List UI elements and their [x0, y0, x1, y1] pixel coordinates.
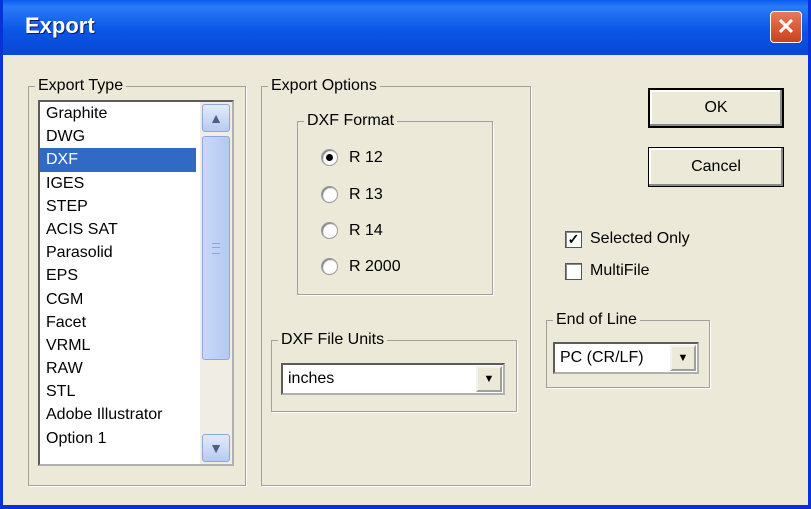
- radio-label: R 2000: [349, 258, 401, 275]
- export-options-label: Export Options: [268, 76, 380, 96]
- radio-label: R 14: [349, 222, 383, 239]
- checkbox-label: Selected Only: [590, 230, 690, 247]
- dropdown-button[interactable]: ▼: [476, 366, 502, 392]
- radio-label: R 13: [349, 186, 383, 203]
- list-item[interactable]: DWG: [40, 125, 196, 148]
- checkbox-checked[interactable]: ✓: [565, 231, 582, 248]
- export-type-label: Export Type: [35, 76, 127, 96]
- radio-button[interactable]: [321, 222, 338, 239]
- ok-button[interactable]: OK: [648, 88, 784, 128]
- list-item[interactable]: Parasolid: [40, 241, 196, 264]
- list-item[interactable]: ACIS SAT: [40, 218, 196, 241]
- chevron-up-icon: ▲: [209, 110, 223, 126]
- list-item[interactable]: Graphite: [40, 102, 196, 125]
- list-item[interactable]: Adobe Illustrator: [40, 403, 196, 426]
- radio-button[interactable]: [321, 258, 338, 275]
- triangle-down-icon: ▼: [677, 352, 689, 364]
- list-scrollbar[interactable]: ▲ ▼: [200, 102, 232, 464]
- list-item-selected[interactable]: DXF: [40, 148, 196, 172]
- end-of-line-select[interactable]: PC (CR/LF) ▼: [553, 342, 699, 374]
- dxf-units-label: DXF File Units: [278, 330, 388, 350]
- list-item[interactable]: Facet: [40, 311, 196, 334]
- dropdown-button[interactable]: ▼: [670, 345, 696, 371]
- checkbox-label: MultiFile: [590, 262, 650, 279]
- scroll-down-button[interactable]: ▼: [202, 434, 230, 462]
- list-item[interactable]: Option 1: [40, 427, 196, 450]
- triangle-down-icon: ▼: [483, 373, 495, 385]
- cancel-button[interactable]: Cancel: [648, 147, 784, 187]
- list-item[interactable]: STEP: [40, 195, 196, 218]
- list-item[interactable]: STL: [40, 380, 196, 403]
- scroll-up-button[interactable]: ▲: [202, 104, 230, 132]
- chevron-down-icon: ▼: [209, 440, 223, 456]
- dxf-units-value: inches: [288, 370, 335, 387]
- scroll-thumb[interactable]: [202, 136, 230, 360]
- list-item[interactable]: RAW: [40, 357, 196, 380]
- dxf-units-select[interactable]: inches ▼: [281, 363, 505, 395]
- dialog-title: Export: [25, 13, 95, 38]
- list-item[interactable]: CGM: [40, 288, 196, 311]
- checkbox-unchecked[interactable]: [565, 263, 582, 280]
- end-of-line-value: PC (CR/LF): [560, 349, 644, 366]
- radio-label: R 12: [349, 149, 383, 166]
- close-icon: ✕: [776, 14, 796, 39]
- title-bar[interactable]: Export ✕: [3, 0, 808, 55]
- export-type-list[interactable]: Graphite DWG DXF IGES STEP ACIS SAT Para…: [38, 100, 234, 466]
- radio-button-selected[interactable]: [321, 149, 338, 166]
- list-item[interactable]: VRML: [40, 334, 196, 357]
- dxf-format-label: DXF Format: [304, 111, 398, 131]
- export-dialog: Export ✕ Export Type Graphite DWG DXF IG…: [0, 0, 811, 509]
- list-item[interactable]: EPS: [40, 264, 196, 287]
- end-of-line-label: End of Line: [553, 310, 640, 330]
- close-button[interactable]: ✕: [770, 11, 802, 43]
- radio-button[interactable]: [321, 186, 338, 203]
- list-item[interactable]: IGES: [40, 172, 196, 195]
- grip-icon: [212, 243, 220, 254]
